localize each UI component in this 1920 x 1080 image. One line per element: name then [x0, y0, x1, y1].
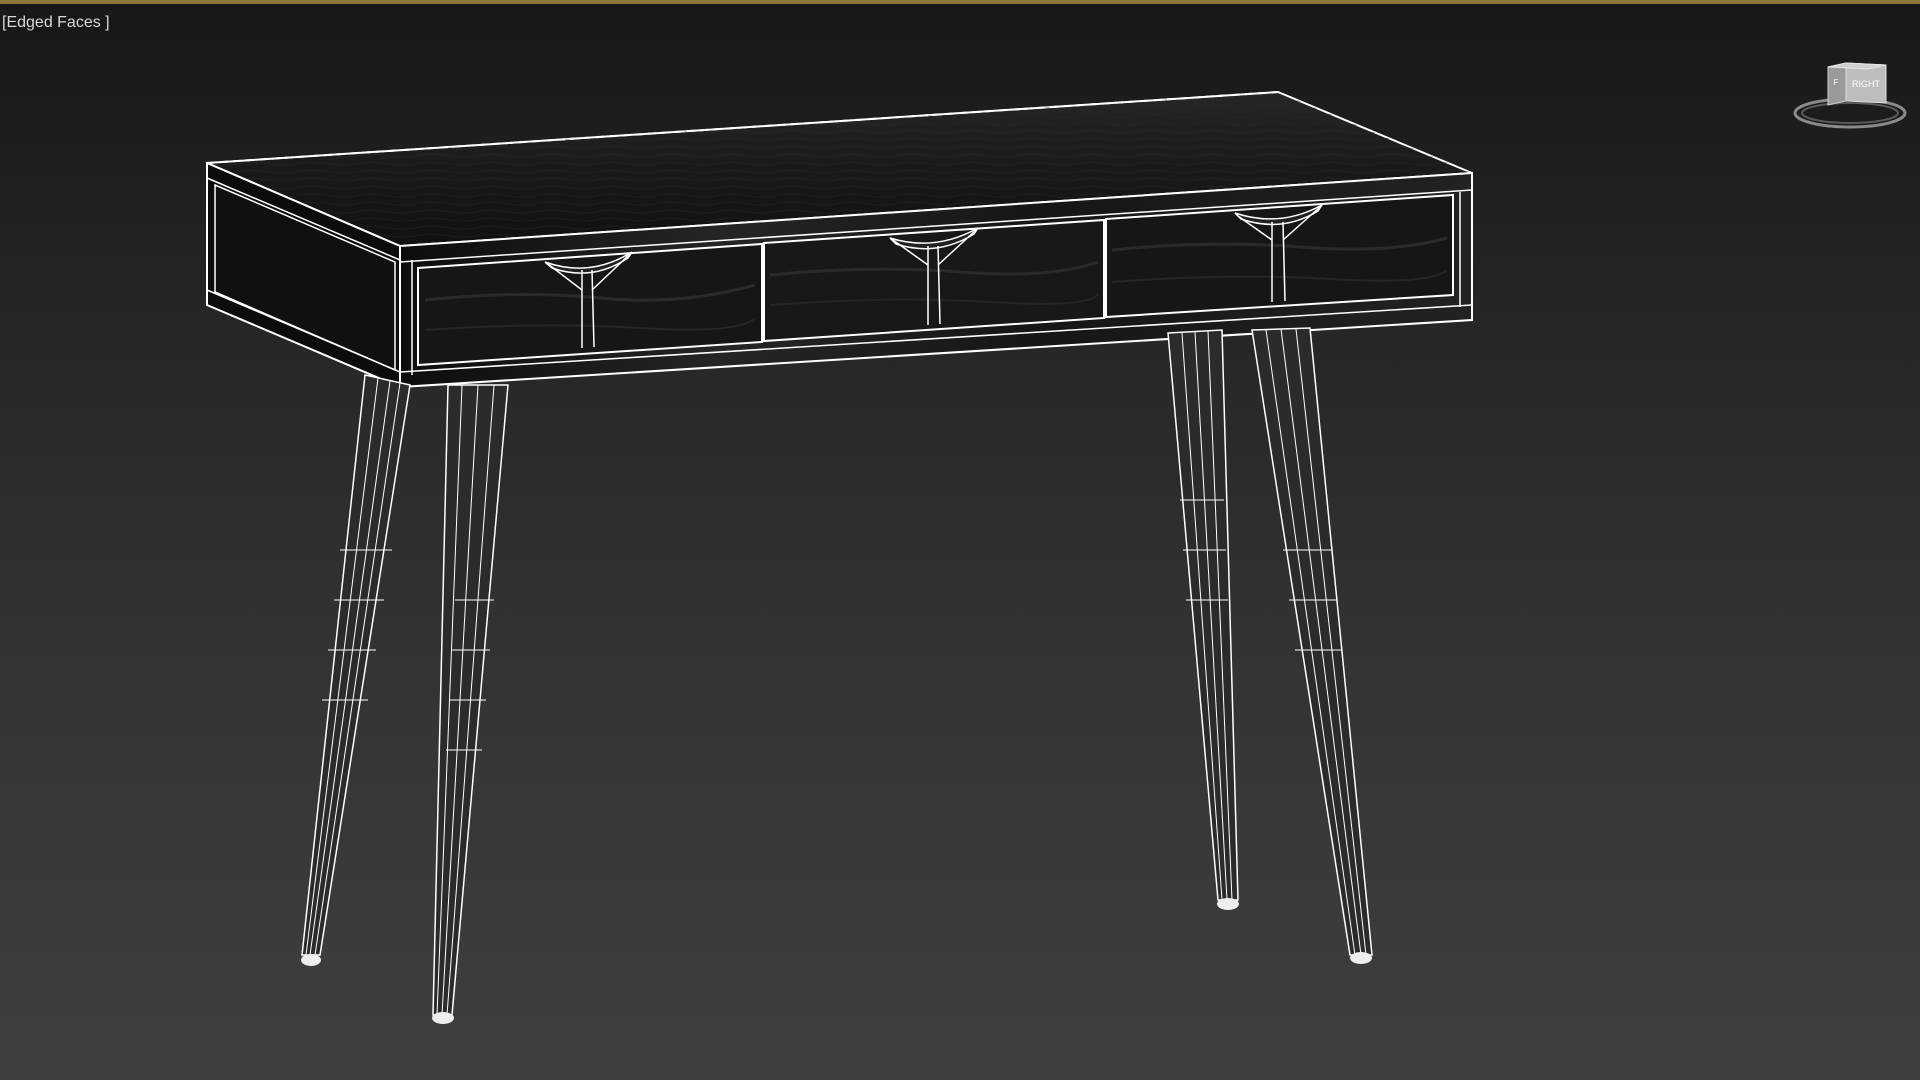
scene-canvas[interactable] — [0, 0, 1920, 1080]
leg-front-left[interactable] — [432, 384, 509, 1024]
viewcube-widget[interactable]: RIGHT F — [1790, 55, 1910, 135]
viewport-perspective[interactable]: [Edged Faces ] RIGHT F — [0, 0, 1920, 1080]
leg-back-left[interactable] — [301, 374, 411, 966]
viewcube-front-label: F — [1834, 78, 1839, 87]
viewcube-right-label: RIGHT — [1852, 79, 1881, 89]
leg-front-right[interactable] — [1251, 327, 1373, 964]
leg-back-right[interactable] — [1167, 329, 1239, 910]
